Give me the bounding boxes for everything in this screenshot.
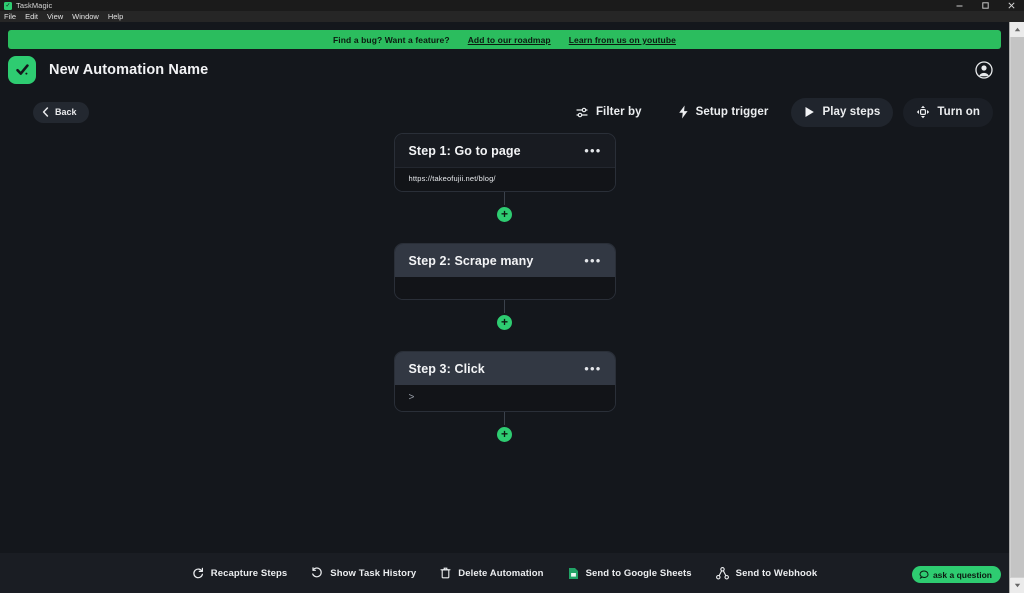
turn-on-button[interactable]: Turn on: [903, 97, 993, 127]
application-window: ✓ TaskMagic File Edit View Window Help F…: [0, 0, 1024, 593]
ask-a-question-button[interactable]: ask a question: [911, 566, 1001, 583]
back-button-label: Back: [55, 107, 77, 117]
step-card-header[interactable]: Step 2: Scrape many •••: [394, 244, 615, 277]
taskmagic-check-logo-icon: [8, 56, 36, 84]
app-icon: ✓: [4, 1, 12, 10]
more-options-icon[interactable]: •••: [584, 144, 601, 157]
roadmap-link[interactable]: Add to our roadmap: [468, 35, 551, 45]
plus-circle-icon: +: [500, 315, 508, 329]
menu-window[interactable]: Window: [72, 13, 99, 21]
webhook-share-icon: [715, 566, 729, 579]
trash-icon: [440, 567, 451, 579]
delete-automation-label: Delete Automation: [458, 567, 544, 579]
show-task-history-label: Show Task History: [330, 567, 417, 579]
ask-a-question-label: ask a question: [932, 569, 992, 580]
menu-help[interactable]: Help: [108, 13, 123, 21]
show-task-history-button[interactable]: Show Task History: [311, 567, 416, 579]
step-connector: +: [497, 300, 512, 351]
action-toolbar: Back Filter by Setup trigger Play steps …: [0, 91, 1009, 133]
step-card-header[interactable]: Step 1: Go to page •••: [394, 134, 615, 167]
step-card[interactable]: Step 1: Go to page ••• https://takeofuji…: [393, 133, 616, 192]
minimize-icon[interactable]: [946, 0, 972, 11]
send-to-webhook-label: Send to Webhook: [735, 567, 818, 579]
play-steps-label: Play steps: [822, 106, 881, 118]
flow-canvas: Step 1: Go to page ••• https://takeofuji…: [0, 133, 1009, 508]
back-button[interactable]: Back: [33, 101, 89, 123]
send-to-google-sheets-button[interactable]: Send to Google Sheets: [568, 567, 692, 580]
step-list: Step 1: Go to page ••• https://takeofuji…: [393, 133, 616, 444]
plus-circle-icon: +: [500, 207, 508, 221]
scroll-up-arrow-icon[interactable]: [1010, 22, 1024, 37]
account-circle-icon[interactable]: [975, 61, 993, 79]
connector-line: [504, 412, 505, 425]
step-title: Step 2: Scrape many: [408, 253, 534, 268]
setup-trigger-label: Setup trigger: [695, 106, 769, 118]
step-card-body: https://takeofujii.net/blog/: [394, 167, 615, 191]
toolbar-actions: Filter by Setup trigger Play steps Turn …: [563, 97, 993, 127]
history-clock-icon: [312, 567, 323, 578]
power-move-icon: [917, 105, 930, 119]
recapture-steps-button[interactable]: Recapture Steps: [192, 567, 287, 579]
os-title-bar: ✓ TaskMagic: [0, 0, 1024, 11]
bottom-toolbar: Recapture Steps Show Task History Delete…: [0, 553, 1009, 593]
delete-automation-button[interactable]: Delete Automation: [440, 567, 543, 579]
promo-banner-text: Find a bug? Want a feature?: [333, 34, 450, 45]
add-step-button[interactable]: +: [497, 315, 512, 330]
brand: New Automation Name: [8, 56, 208, 84]
step-card[interactable]: Step 3: Click ••• >: [393, 351, 616, 412]
menu-edit[interactable]: Edit: [25, 13, 38, 21]
filter-sliders-icon: [576, 107, 588, 117]
window-controls: [946, 0, 1024, 11]
scrollbar-thumb[interactable]: [1011, 37, 1024, 577]
youtube-link[interactable]: Learn from us on youtube: [569, 35, 676, 45]
menu-bar: File Edit View Window Help: [0, 11, 1024, 22]
step-card[interactable]: Step 2: Scrape many •••: [393, 243, 616, 300]
filter-by-label: Filter by: [595, 106, 642, 118]
close-icon[interactable]: [998, 0, 1024, 11]
google-sheets-icon: [568, 567, 578, 579]
setup-trigger-button[interactable]: Setup trigger: [665, 98, 782, 127]
turn-on-label: Turn on: [937, 106, 980, 118]
promo-banner: Find a bug? Want a feature? Add to our r…: [8, 30, 1001, 49]
connector-line: [504, 300, 505, 313]
play-icon: [805, 107, 815, 117]
add-step-button[interactable]: +: [497, 427, 512, 442]
step-card-header[interactable]: Step 3: Click •••: [394, 352, 615, 385]
window-title: TaskMagic: [16, 1, 53, 10]
vertical-scrollbar[interactable]: [1009, 22, 1024, 593]
chevron-left-icon: [42, 107, 49, 117]
menu-file[interactable]: File: [4, 13, 16, 21]
more-options-icon[interactable]: •••: [584, 362, 601, 375]
step-title: Step 3: Click: [408, 361, 485, 376]
step-url-value: https://takeofujii.net/blog/: [408, 174, 496, 183]
send-to-google-sheets-label: Send to Google Sheets: [585, 567, 692, 579]
plus-circle-icon: +: [500, 427, 508, 441]
add-step-button[interactable]: +: [497, 207, 512, 222]
app-header: New Automation Name: [0, 49, 1009, 91]
send-to-webhook-button[interactable]: Send to Webhook: [715, 566, 818, 580]
scroll-down-arrow-icon[interactable]: [1010, 578, 1024, 593]
step-title: Step 1: Go to page: [408, 143, 521, 158]
step-card-body: >: [394, 385, 615, 411]
connector-line: [504, 192, 505, 205]
filter-by-button[interactable]: Filter by: [563, 98, 655, 127]
step-card-body: [394, 277, 615, 299]
more-options-icon[interactable]: •••: [584, 254, 601, 267]
chat-bubble-icon: [919, 569, 929, 579]
step-selector-value: >: [408, 392, 415, 403]
menu-view[interactable]: View: [47, 13, 63, 21]
page-title: New Automation Name: [49, 62, 209, 78]
maximize-icon[interactable]: [972, 0, 998, 11]
lightning-bolt-icon: [678, 105, 688, 119]
step-connector: +: [497, 192, 512, 243]
play-steps-button[interactable]: Play steps: [791, 97, 894, 127]
recapture-refresh-icon: [193, 567, 203, 579]
step-connector: +: [497, 412, 512, 444]
page-viewport: Find a bug? Want a feature? Add to our r…: [0, 22, 1009, 593]
recapture-steps-label: Recapture Steps: [210, 567, 288, 579]
